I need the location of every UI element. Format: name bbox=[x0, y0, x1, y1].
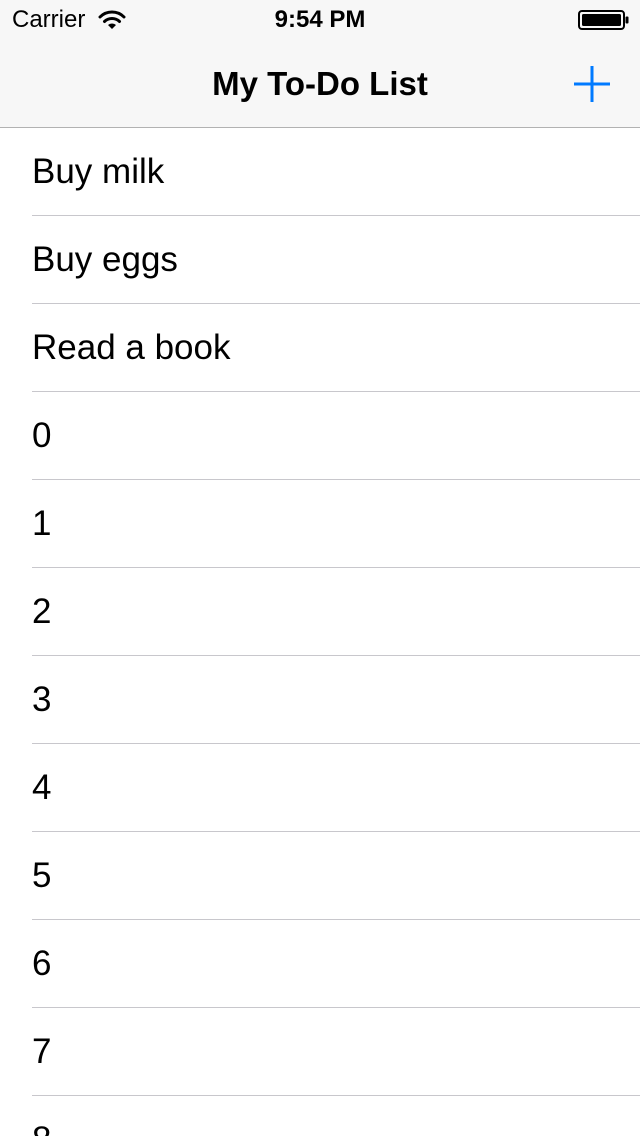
list-item-label: Buy eggs bbox=[32, 240, 178, 279]
list-item-label: 1 bbox=[32, 504, 52, 543]
list-item-label: 5 bbox=[32, 856, 52, 895]
status-time: 9:54 PM bbox=[274, 6, 366, 33]
plus-icon bbox=[574, 66, 610, 102]
list-item-label: 6 bbox=[32, 944, 52, 983]
list-item[interactable]: 3 bbox=[0, 656, 640, 744]
list-item[interactable]: 6 bbox=[0, 920, 640, 1008]
list-item[interactable]: 5 bbox=[0, 832, 640, 920]
list-item[interactable]: 0 bbox=[0, 392, 640, 480]
navigation-bar: My To-Do List bbox=[0, 40, 640, 128]
list-item-label: 4 bbox=[32, 768, 52, 807]
status-bar: Carrier 9:54 PM bbox=[0, 0, 640, 40]
todo-list[interactable]: Buy milk Buy eggs Read a book 0 1 2 3 4 … bbox=[0, 128, 640, 1136]
list-item-label: Buy milk bbox=[32, 152, 165, 191]
list-item-label: 7 bbox=[32, 1032, 52, 1071]
list-item[interactable]: Read a book bbox=[0, 304, 640, 392]
page-title: My To-Do List bbox=[212, 65, 428, 102]
list-item-label: 2 bbox=[32, 592, 52, 631]
list-item[interactable]: 2 bbox=[0, 568, 640, 656]
list-item[interactable]: 1 bbox=[0, 480, 640, 568]
list-item-label: 8 bbox=[32, 1096, 51, 1136]
battery-icon bbox=[578, 9, 630, 31]
list-item[interactable]: Buy eggs bbox=[0, 216, 640, 304]
list-item[interactable]: 4 bbox=[0, 744, 640, 832]
list-item-label: 3 bbox=[32, 680, 52, 719]
list-item-label: Read a book bbox=[32, 328, 231, 367]
list-item[interactable]: Buy milk bbox=[0, 128, 640, 216]
add-item-button[interactable] bbox=[570, 62, 614, 106]
list-item[interactable]: 8 bbox=[0, 1096, 640, 1136]
list-item[interactable]: 7 bbox=[0, 1008, 640, 1096]
list-item-label: 0 bbox=[32, 416, 52, 455]
